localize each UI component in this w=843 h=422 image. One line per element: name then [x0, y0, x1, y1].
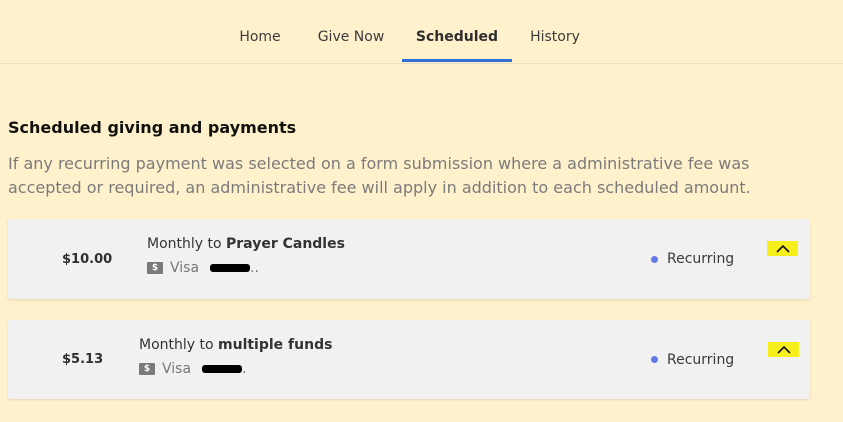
payment-status: Recurring	[651, 219, 734, 299]
payment-method-label: Visa	[170, 260, 200, 276]
payment-frequency: Monthly to	[147, 236, 222, 252]
payment-description: Monthly to Prayer Candles	[147, 236, 345, 252]
chevron-up-icon[interactable]	[768, 342, 799, 357]
tab-home[interactable]: Home	[228, 0, 292, 62]
dollar-card-icon: $	[139, 363, 155, 375]
payment-method-label: Visa	[162, 361, 192, 377]
status-dot-icon	[651, 356, 658, 363]
tab-give-now[interactable]: Give Now	[308, 0, 394, 62]
status-dot-icon	[651, 255, 658, 263]
masked-card-number: .	[198, 361, 247, 377]
fee-note: If any recurring payment was selected on…	[8, 154, 751, 197]
payment-description: Monthly to multiple funds	[139, 337, 332, 353]
tab-scheduled[interactable]: Scheduled	[402, 0, 512, 62]
status-label: Recurring	[667, 251, 735, 267]
tab-history[interactable]: History	[520, 0, 590, 62]
payment-status: Recurring	[651, 320, 734, 399]
scheduled-payment-card[interactable]: $10.00 Monthly to Prayer Candles $ Visa …	[8, 219, 810, 299]
chevron-up-icon[interactable]	[767, 241, 798, 256]
dollar-card-icon: $	[147, 262, 163, 274]
page-title: Scheduled giving and payments	[8, 118, 297, 137]
payment-method: $ Visa ..	[147, 260, 259, 276]
status-label: Recurring	[667, 351, 735, 368]
payment-frequency: Monthly to	[139, 337, 214, 353]
payment-amount: $10.00	[62, 251, 113, 267]
payment-amount: $5.13	[62, 352, 104, 367]
payment-fund: Prayer Candles	[226, 236, 345, 252]
payment-fund: multiple funds	[218, 337, 333, 353]
scheduled-payment-card[interactable]: $5.13 Monthly to multiple funds $ Visa .…	[8, 320, 810, 399]
top-navigation: Home Give Now Scheduled History	[0, 0, 843, 64]
payment-method: $ Visa .	[139, 361, 247, 377]
active-tab-indicator	[402, 59, 512, 62]
masked-card-number: ..	[206, 260, 259, 276]
